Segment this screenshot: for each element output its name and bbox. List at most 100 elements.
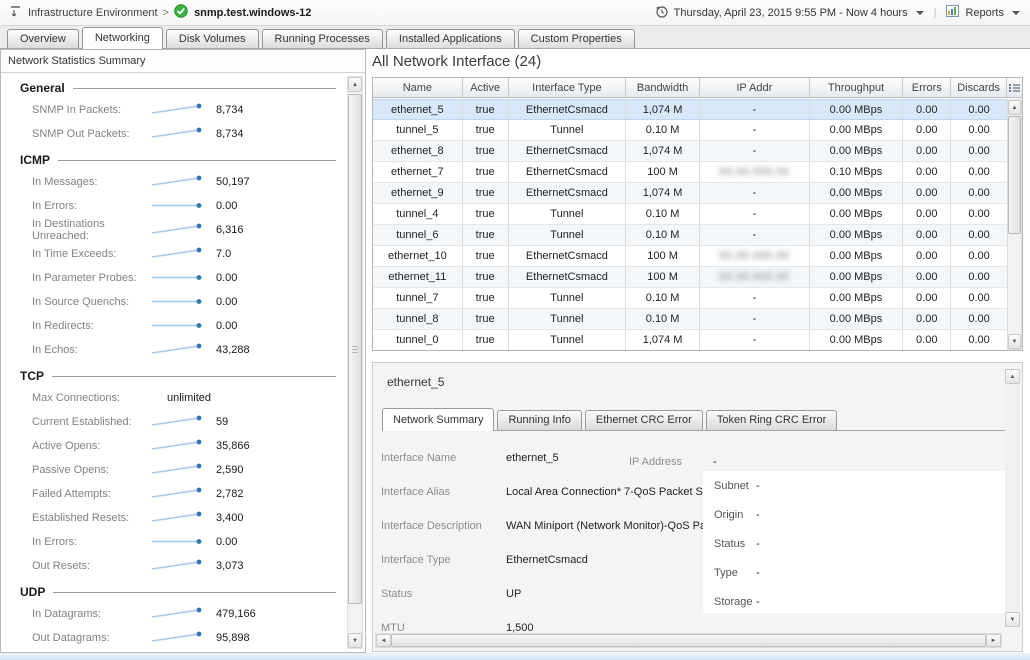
- cell-interface-type: Tunnel: [509, 330, 627, 350]
- table-row-tunnel-5[interactable]: tunnel_5trueTunnel0.10 M-0.00 MBps0.000.…: [373, 120, 1007, 141]
- detail-scrollbar-right-button[interactable]: ►: [986, 634, 1001, 647]
- cell-active: true: [463, 330, 509, 350]
- table-row-tunnel-6[interactable]: tunnel_6trueTunnel0.10 M-0.00 MBps0.000.…: [373, 225, 1007, 246]
- blurred-ip-value: 88.88.888.88: [719, 271, 789, 283]
- scrollbar-down-button[interactable]: ▼: [348, 633, 362, 648]
- detail-scrollbar-down-button[interactable]: ▼: [1005, 612, 1020, 627]
- tab-disk-volumes[interactable]: Disk Volumes: [166, 29, 259, 48]
- cell-throughput: 0.00 MBps: [810, 141, 904, 161]
- detail-tab-token-ring-crc-error[interactable]: Token Ring CRC Error: [706, 410, 837, 430]
- cell-name: ethernet_11: [373, 267, 463, 287]
- cell-name: ethernet_7: [373, 162, 463, 182]
- navigate-up-icon[interactable]: [10, 5, 22, 20]
- cell-ip-addr: 88.88.888.88: [700, 162, 810, 182]
- stat-row: Passive Opens:2,590: [2, 458, 346, 482]
- table-row-ethernet-8[interactable]: ethernet_8trueEthernetCsmacd1,074 M-0.00…: [373, 141, 1007, 162]
- stat-value: 479,166: [216, 608, 256, 620]
- cell-interface-type: Tunnel: [509, 204, 627, 224]
- table-scrollbar[interactable]: ▲ ▼: [1007, 99, 1022, 350]
- detail-horizontal-scrollbar-thumb[interactable]: [391, 634, 986, 647]
- table-scrollbar-thumb[interactable]: [1008, 116, 1021, 234]
- tab-networking[interactable]: Networking: [82, 27, 163, 49]
- reports-label[interactable]: Reports: [965, 7, 1004, 19]
- table-row-tunnel-0[interactable]: tunnel_0trueTunnel1,074 M-0.00 MBps0.000…: [373, 330, 1007, 350]
- stat-row: In Parameter Probes:0.00: [2, 266, 346, 290]
- time-range-label[interactable]: Thursday, April 23, 2015 9:55 PM - Now 4…: [674, 7, 908, 19]
- network-stats-title: Network Statistics Summary: [1, 50, 365, 73]
- tab-overview[interactable]: Overview: [7, 29, 79, 48]
- column-header-name[interactable]: Name: [373, 78, 463, 97]
- stat-value: 8,734: [216, 128, 244, 140]
- detail-tab-network-summary[interactable]: Network Summary: [382, 408, 494, 431]
- table-row-ethernet-11[interactable]: ethernet_11trueEthernetCsmacd100 M88.88.…: [373, 267, 1007, 288]
- ip-address-label: IP Address: [629, 456, 682, 468]
- scrollbar-up-button[interactable]: ▲: [348, 77, 362, 92]
- cell-bandwidth: 100 M: [626, 267, 700, 287]
- table-row-tunnel-8[interactable]: tunnel_8trueTunnel0.10 M-0.00 MBps0.000.…: [373, 309, 1007, 330]
- table-row-ethernet-5[interactable]: ethernet_5trueEthernetCsmacd1,074 M-0.00…: [373, 99, 1007, 120]
- sparkline-chart: [150, 462, 206, 476]
- cell-errors: 0.00: [903, 162, 951, 182]
- detail-scrollbar-left-button[interactable]: ◄: [376, 634, 391, 647]
- stat-value: 2,590: [216, 464, 244, 476]
- detail-tab-ethernet-crc-error[interactable]: Ethernet CRC Error: [585, 410, 703, 430]
- stat-label: Established Resets:: [32, 512, 150, 524]
- cell-bandwidth: 1,074 M: [626, 100, 700, 119]
- left-panel-scrollbar[interactable]: ▲ ▼: [347, 76, 363, 649]
- table-row-ethernet-10[interactable]: ethernet_10trueEthernetCsmacd100 M88.88.…: [373, 246, 1007, 267]
- reports-caret-icon[interactable]: [1012, 11, 1020, 15]
- ip-row-value: -: [756, 538, 760, 550]
- section-name: ICMP: [20, 153, 50, 167]
- sparkline-chart: [150, 318, 206, 332]
- sparkline-chart: [150, 102, 206, 116]
- column-selector-icon[interactable]: [1007, 78, 1022, 97]
- stat-label: SNMP Out Packets:: [32, 128, 150, 140]
- detail-tab-running-info[interactable]: Running Info: [497, 410, 581, 430]
- tab-running-processes[interactable]: Running Processes: [262, 29, 383, 48]
- cell-discards: 0.00: [951, 120, 1007, 140]
- tab-custom-properties[interactable]: Custom Properties: [518, 29, 635, 48]
- sparkline: [150, 342, 208, 359]
- column-header-bandwidth[interactable]: Bandwidth: [626, 78, 700, 97]
- column-header-ip-addr[interactable]: IP Addr: [700, 78, 810, 97]
- tab-installed-applications[interactable]: Installed Applications: [386, 29, 515, 48]
- column-header-throughput[interactable]: Throughput: [810, 78, 904, 97]
- section-header: UDP: [2, 582, 346, 602]
- ip-row-label: Type: [714, 567, 756, 579]
- stat-value: 50,197: [216, 176, 250, 188]
- cell-ip-addr: -: [700, 100, 810, 119]
- cell-ip-addr: -: [700, 204, 810, 224]
- column-header-errors[interactable]: Errors: [903, 78, 951, 97]
- cell-errors: 0.00: [903, 246, 951, 266]
- cell-bandwidth: 100 M: [626, 162, 700, 182]
- table-row-tunnel-4[interactable]: tunnel_4trueTunnel0.10 M-0.00 MBps0.000.…: [373, 204, 1007, 225]
- stats-section-udp: UDPIn Datagrams:479,166Out Datagrams:95,…: [2, 582, 346, 651]
- breadcrumb-root[interactable]: Infrastructure Environment: [28, 7, 158, 19]
- table-scrollbar-down-button[interactable]: ▼: [1008, 334, 1021, 349]
- ip-detail-storage: Storage-: [703, 587, 1005, 616]
- detail-horizontal-scrollbar[interactable]: ◄ ►: [375, 633, 1002, 648]
- cell-discards: 0.00: [951, 330, 1007, 350]
- detail-vertical-scrollbar[interactable]: ▲ ▼: [1005, 369, 1020, 627]
- detail-scrollbar-up-button[interactable]: ▲: [1005, 369, 1020, 384]
- cell-discards: 0.00: [951, 141, 1007, 161]
- column-header-interface-type[interactable]: Interface Type: [509, 78, 627, 97]
- column-header-discards[interactable]: Discards: [951, 78, 1007, 97]
- scrollbar-thumb[interactable]: [348, 94, 362, 604]
- cell-throughput: 0.10 MBps: [810, 162, 904, 182]
- cell-interface-type: EthernetCsmacd: [509, 141, 627, 161]
- table-row-ethernet-7[interactable]: ethernet_7trueEthernetCsmacd100 M88.88.8…: [373, 162, 1007, 183]
- table-scrollbar-up-button[interactable]: ▲: [1008, 100, 1021, 115]
- stat-label: Current Established:: [32, 416, 150, 428]
- table-row-tunnel-7[interactable]: tunnel_7trueTunnel0.10 M-0.00 MBps0.000.…: [373, 288, 1007, 309]
- column-header-active[interactable]: Active: [463, 78, 509, 97]
- sparkline: [150, 102, 208, 119]
- stat-row: In Errors:0.00: [2, 194, 346, 218]
- sparkline-chart: [150, 510, 206, 524]
- cell-name: tunnel_5: [373, 120, 463, 140]
- table-row-ethernet-9[interactable]: ethernet_9trueEthernetCsmacd1,074 M-0.00…: [373, 183, 1007, 204]
- cell-bandwidth: 0.10 M: [626, 204, 700, 224]
- section-header: General: [2, 78, 346, 98]
- time-range-caret-icon[interactable]: [916, 11, 924, 15]
- reports-icon: [946, 5, 959, 20]
